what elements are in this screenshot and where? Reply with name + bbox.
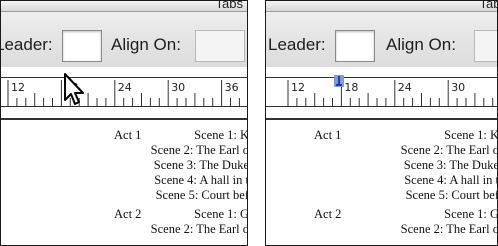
act-label: Act 1 [114,128,142,142]
scene-line: Scene 2: The Earl o [150,143,248,157]
tab-stop-marker-icon[interactable] [334,75,344,87]
tab-controls: Leader: Align On: [266,12,497,67]
scene-line: Scene 1: K [194,128,248,142]
scene-line: Scene 1: G [444,207,498,221]
scene-line: Scene 2: The Earl o [400,143,498,157]
align-on-field[interactable] [474,30,497,62]
tabs-panel-after: Tabs Leader: Align On: 12 18 24 30 Act 1 Sce… [265,0,498,246]
scene-line: Scene 3: The Duke [153,158,248,172]
tabs-panel-before: Tabs Leader: Align On: 1218243036 Act 1S… [0,0,248,246]
leader-label: Leader: [0,35,53,54]
align-on-label: Align On: [386,35,456,54]
window-title: Tabs [215,0,243,11]
leader-field[interactable] [62,30,102,62]
document-text: Act 1 Scene 1: K Scene 2: The Earl o Scene … [1,120,247,245]
scene-line: Scene 4: A hall in t [404,173,498,187]
align-on-label: Align On: [111,35,181,54]
scene-line: Scene 4: A hall in t [154,173,248,187]
title-bar: Tabs [1,1,247,12]
leader-field[interactable] [335,30,375,62]
act-label: Act 2 [314,207,342,221]
align-on-field[interactable] [195,30,245,62]
ruler-scale: 1218243036 [7,80,240,106]
title-bar: Tabs [266,1,497,12]
ruler-tick-label: 24 [118,81,132,94]
ruler-area: 12 18 24 30 [266,67,497,119]
scene-line: Scene 2: The Earl o [400,222,498,236]
arrow-cursor-icon [64,73,84,105]
window-title: Tabs [479,0,497,11]
ruler-tick-label: 12 [291,81,305,94]
ruler-tick-label: 36 [225,81,239,94]
scene-line: Scene 3: The Duke [403,158,498,172]
leader-label: Leader: [268,35,326,54]
scene-line: Scene 1: G [194,207,248,221]
document-text: Act 1 Scene 1: K Scene 2: The Earl o Scene … [266,120,497,245]
tab-controls: Leader: Align On: [1,12,247,67]
tab-ruler[interactable]: 12 18 24 30 [266,77,497,107]
scene-line: Scene 1: K [444,128,498,142]
act-label: Act 1 [314,128,342,142]
ruler-area: 1218243036 [1,67,247,119]
ruler-tick-label: 30 [171,81,185,94]
ruler-scale: 12 18 24 30 [287,80,494,106]
ruler-tick-label: 24 [398,81,412,94]
scene-line: Scene 5: Court bef [405,188,498,202]
act-label: Act 2 [114,207,142,221]
ruler-tick-label: 12 [11,81,25,94]
tab-ruler[interactable]: 1218243036 [1,77,247,107]
scene-line: Scene 2: The Earl o [150,222,248,236]
scene-line: Scene 5: Court bef [155,188,248,202]
ruler-tick-label: 18 [344,81,358,94]
ruler-tick-label: 30 [451,81,465,94]
